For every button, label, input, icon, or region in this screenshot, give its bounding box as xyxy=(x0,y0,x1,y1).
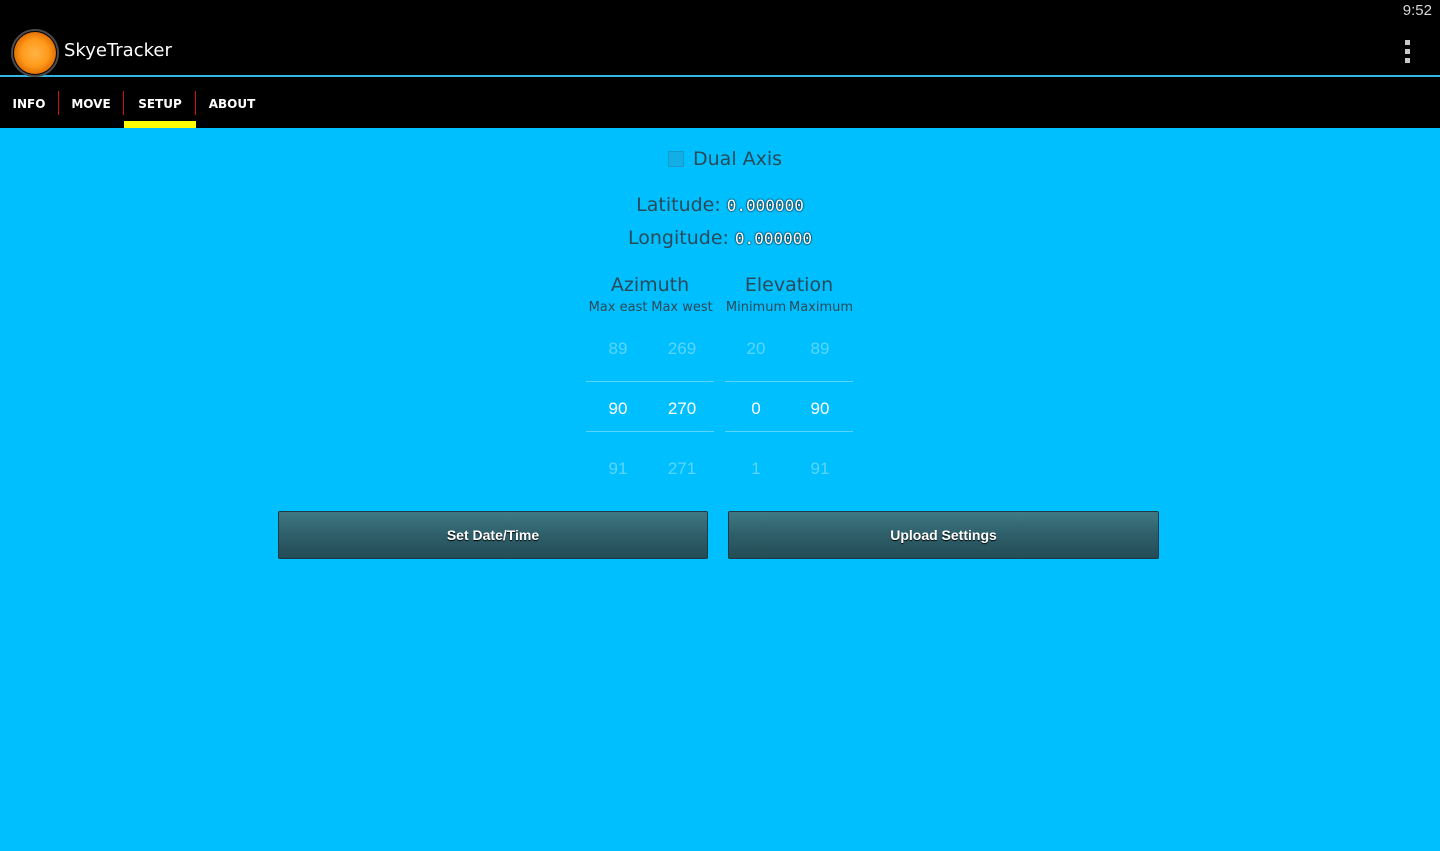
upload-settings-label: Upload Settings xyxy=(890,527,997,543)
latitude-row: Latitude: 0.000000 xyxy=(0,194,1440,216)
picker-next-value[interactable]: 91 xyxy=(789,459,851,479)
set-datetime-label: Set Date/Time xyxy=(446,527,540,543)
picker-current-value[interactable]: 90 xyxy=(587,399,649,419)
minimum-picker[interactable]: 20 0 1 xyxy=(725,328,787,488)
tab-about-label: ABOUT xyxy=(208,96,256,111)
tab-setup-label: SETUP xyxy=(138,96,182,111)
maximum-label: Maximum xyxy=(789,300,854,315)
max-east-label: Max east xyxy=(588,300,648,315)
dual-axis-label: Dual Axis xyxy=(693,148,783,170)
status-bar: 9:52 xyxy=(0,0,1440,23)
tab-move[interactable]: MOVE xyxy=(59,79,123,128)
checkbox-box[interactable] xyxy=(668,151,684,167)
max-east-picker[interactable]: 89 90 91 xyxy=(587,328,649,488)
picker-current-value[interactable]: 0 xyxy=(725,399,787,419)
longitude-label: Longitude: xyxy=(628,227,729,249)
tab-info[interactable]: INFO xyxy=(0,79,58,128)
picker-next-value[interactable]: 91 xyxy=(587,459,649,479)
elevation-title: Elevation xyxy=(744,274,834,296)
picker-prev-value[interactable]: 269 xyxy=(651,339,713,359)
minimum-label: Minimum xyxy=(725,300,787,315)
setup-panel: Dual Axis Latitude: 0.000000 Longitude: … xyxy=(0,128,1440,851)
max-west-label: Max west xyxy=(651,300,713,315)
set-datetime-button[interactable]: Set Date/Time xyxy=(278,511,708,559)
longitude-value[interactable]: 0.000000 xyxy=(735,229,812,248)
azimuth-title: Azimuth xyxy=(610,274,690,296)
app-title: SkyeTracker xyxy=(64,40,172,61)
latitude-value[interactable]: 0.000000 xyxy=(727,196,804,215)
picker-prev-value[interactable]: 89 xyxy=(789,339,851,359)
latitude-label: Latitude: xyxy=(636,194,721,216)
tab-info-label: INFO xyxy=(12,96,46,111)
tab-bar: INFO MOVE SETUP ABOUT xyxy=(0,79,1440,128)
upload-settings-button[interactable]: Upload Settings xyxy=(728,511,1159,559)
app-logo-icon xyxy=(11,29,59,77)
picker-current-value[interactable]: 270 xyxy=(651,399,713,419)
tab-move-label: MOVE xyxy=(71,96,111,111)
picker-next-value[interactable]: 1 xyxy=(725,459,787,479)
picker-next-value[interactable]: 271 xyxy=(651,459,713,479)
status-time: 9:52 xyxy=(1402,2,1432,19)
longitude-row: Longitude: 0.000000 xyxy=(0,227,1440,249)
dual-axis-checkbox[interactable]: Dual Axis xyxy=(668,148,782,170)
selected-tab-indicator xyxy=(124,121,196,128)
action-bar: SkyeTracker xyxy=(0,23,1440,77)
picker-prev-value[interactable]: 20 xyxy=(725,339,787,359)
maximum-picker[interactable]: 89 90 91 xyxy=(789,328,851,488)
tab-about[interactable]: ABOUT xyxy=(196,79,268,128)
tab-setup[interactable]: SETUP xyxy=(124,79,196,128)
overflow-menu-icon[interactable] xyxy=(1398,39,1416,65)
picker-current-value[interactable]: 90 xyxy=(789,399,851,419)
max-west-picker[interactable]: 269 270 271 xyxy=(651,328,713,488)
picker-prev-value[interactable]: 89 xyxy=(587,339,649,359)
